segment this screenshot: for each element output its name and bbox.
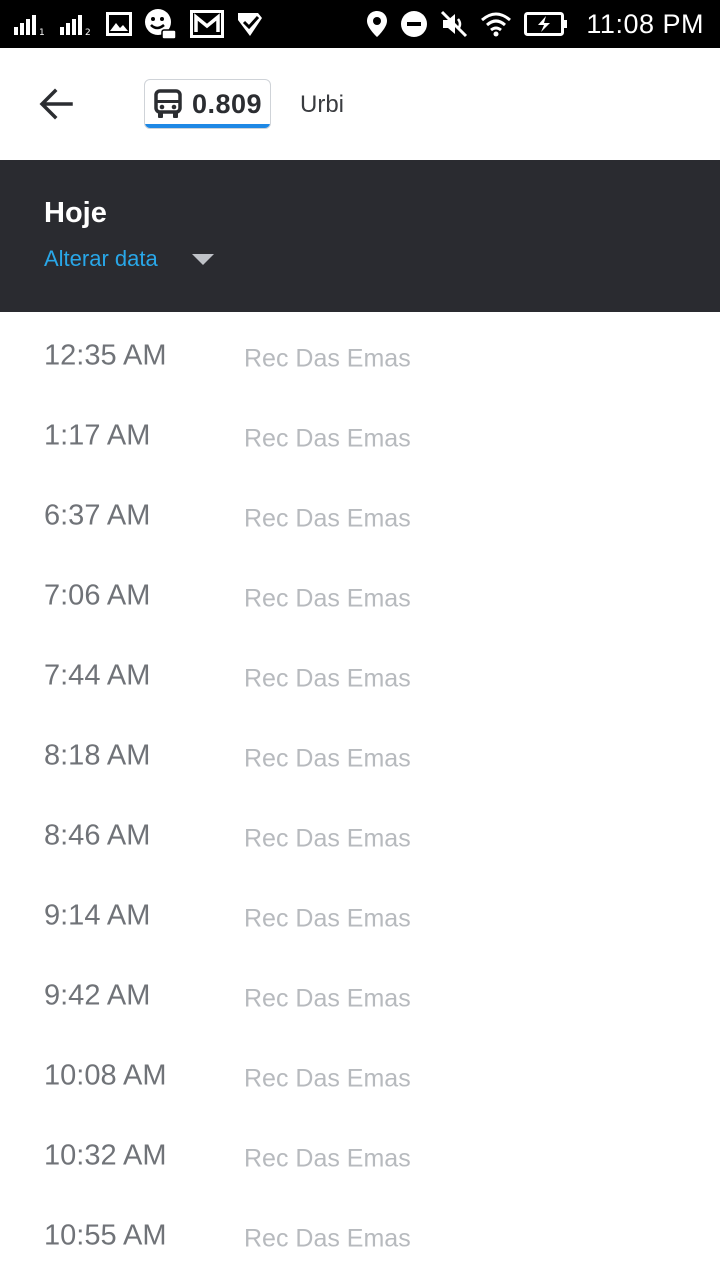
svg-text:2: 2 — [85, 28, 91, 35]
schedule-row[interactable]: 9:14 AM Rec Das Emas — [0, 872, 720, 952]
mute-icon — [440, 8, 468, 40]
schedule-row[interactable]: 12:35 AM Rec Das Emas — [0, 312, 720, 392]
destination: Rec Das Emas — [244, 744, 411, 773]
departure-time: 9:14 AM — [44, 899, 151, 932]
app-bar: 0.809 Urbi — [0, 48, 720, 160]
status-bar-left: 1 2 — [14, 8, 264, 40]
destination: Rec Das Emas — [244, 1144, 411, 1173]
departure-time: 10:55 AM — [44, 1219, 167, 1252]
bus-icon — [154, 88, 182, 120]
date-header: Hoje Alterar data — [0, 160, 720, 312]
svg-text:1: 1 — [39, 28, 45, 35]
destination: Rec Das Emas — [244, 1224, 411, 1253]
check-app-icon — [236, 8, 264, 40]
schedule-row[interactable]: 10:32 AM Rec Das Emas — [0, 1112, 720, 1192]
schedule-row[interactable]: 10:08 AM Rec Das Emas — [0, 1032, 720, 1112]
destination: Rec Das Emas — [244, 664, 411, 693]
change-date-label: Alterar data — [44, 246, 158, 271]
schedule-list: 12:35 AM Rec Das Emas 1:17 AM Rec Das Emas… — [0, 312, 720, 1272]
status-time: 11:08 PM — [586, 8, 704, 39]
destination: Rec Das Emas — [244, 584, 411, 613]
destination: Rec Das Emas — [244, 824, 411, 853]
departure-time: 8:18 AM — [44, 739, 151, 772]
gmail-icon — [190, 8, 224, 40]
moovit-icon — [144, 8, 178, 40]
schedule-row[interactable]: 7:44 AM Rec Das Emas — [0, 632, 720, 712]
battery-charging-icon — [524, 8, 568, 40]
route-number: 0.809 — [192, 88, 263, 119]
departure-time: 7:06 AM — [44, 579, 151, 612]
destination: Rec Das Emas — [244, 904, 411, 933]
status-bar: 1 2 11:08 PM — [0, 0, 720, 48]
schedule-row[interactable]: 9:42 AM Rec Das Emas — [0, 952, 720, 1032]
schedule-row[interactable]: 10:55 AM Rec Das Emas — [0, 1192, 720, 1272]
departure-time: 8:46 AM — [44, 819, 151, 852]
date-title: Hoje — [44, 197, 107, 229]
destination: Rec Das Emas — [244, 344, 411, 373]
departure-time: 10:32 AM — [44, 1139, 167, 1172]
destination: Rec Das Emas — [244, 1064, 411, 1093]
wifi-icon — [480, 8, 512, 40]
schedule-row[interactable]: 8:46 AM Rec Das Emas — [0, 792, 720, 872]
departure-time: 9:42 AM — [44, 979, 151, 1012]
gallery-icon — [106, 8, 132, 40]
destination: Rec Das Emas — [244, 424, 411, 453]
route-badge: 0.809 — [144, 79, 272, 129]
departure-time: 6:37 AM — [44, 499, 151, 532]
destination: Rec Das Emas — [244, 984, 411, 1013]
change-date-dropdown[interactable]: Alterar data — [44, 246, 214, 272]
departure-time: 7:44 AM — [44, 659, 151, 692]
departure-time: 12:35 AM — [44, 339, 167, 372]
departure-time: 1:17 AM — [44, 419, 151, 452]
arrow-back-icon — [39, 88, 73, 120]
do-not-disturb-icon — [400, 8, 428, 40]
signal-2-icon: 2 — [60, 8, 94, 40]
location-icon — [366, 8, 388, 40]
schedule-row[interactable]: 1:17 AM Rec Das Emas — [0, 392, 720, 472]
schedule-row[interactable]: 8:18 AM Rec Das Emas — [0, 712, 720, 792]
back-button[interactable] — [36, 84, 76, 124]
signal-1-icon: 1 — [14, 8, 48, 40]
schedule-row[interactable]: 6:37 AM Rec Das Emas — [0, 472, 720, 552]
caret-down-icon — [191, 253, 214, 265]
destination: Rec Das Emas — [244, 504, 411, 533]
departure-time: 10:08 AM — [44, 1059, 167, 1092]
operator-name: Urbi — [300, 91, 345, 118]
schedule-row[interactable]: 7:06 AM Rec Das Emas — [0, 552, 720, 632]
status-bar-right: 11:08 PM — [366, 8, 704, 40]
